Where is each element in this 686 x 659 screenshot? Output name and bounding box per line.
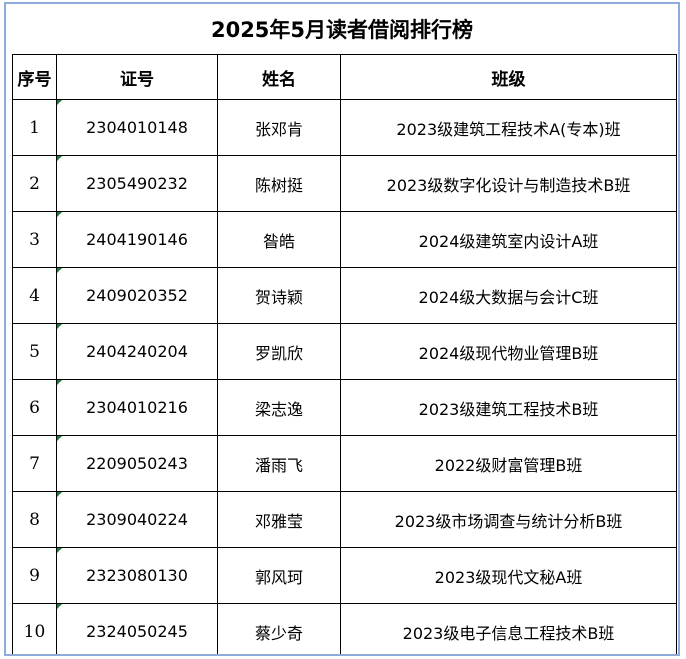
table-row: 3 2404190146 昝皓 2024级建筑室内设计A班 (12, 211, 677, 268)
class-cell: 2024级现代物业管理B班 (340, 323, 677, 380)
cell-marker-icon (57, 436, 62, 441)
rank-cell: 3 (12, 211, 57, 268)
rank-cell: 2 (12, 155, 57, 212)
id-cell: 2409020352 (56, 267, 218, 324)
rank-cell: 5 (12, 323, 57, 380)
name-cell: 郭风珂 (217, 547, 341, 604)
id-value: 2304010216 (86, 398, 188, 417)
id-value: 2409020352 (86, 286, 188, 305)
name-cell: 昝皓 (217, 211, 341, 268)
column-header-name: 姓名 (217, 54, 341, 100)
table-row: 8 2309040224 邓雅莹 2023级市场调查与统计分析B班 (12, 491, 677, 548)
id-cell: 2304010216 (56, 379, 218, 436)
table-row: 2 2305490232 陈树挺 2023级数字化设计与制造技术B班 (12, 155, 677, 212)
cell-marker-icon (57, 380, 62, 385)
class-cell: 2022级财富管理B班 (340, 435, 677, 492)
id-value: 2404190146 (86, 230, 188, 249)
table-row: 5 2404240204 罗凯欣 2024级现代物业管理B班 (12, 323, 677, 380)
page-title: 2025年5月读者借阅排行榜 (210, 18, 474, 42)
rank-cell: 6 (12, 379, 57, 436)
cell-marker-icon (57, 548, 62, 553)
cell-marker-icon (57, 212, 62, 217)
table-row: 9 2323080130 郭风珂 2023级现代文秘A班 (12, 547, 677, 604)
id-cell: 2209050243 (56, 435, 218, 492)
column-header-class: 班级 (340, 54, 677, 100)
id-cell: 2404190146 (56, 211, 218, 268)
class-cell: 2024级大数据与会计C班 (340, 267, 677, 324)
table-row: 1 2304010148 张邓肯 2023级建筑工程技术A(专本)班 (12, 99, 677, 156)
id-value: 2305490232 (86, 174, 188, 193)
class-cell: 2023级数字化设计与制造技术B班 (340, 155, 677, 212)
id-cell: 2305490232 (56, 155, 218, 212)
class-cell: 2023级市场调查与统计分析B班 (340, 491, 677, 548)
cell-marker-icon (57, 324, 62, 329)
column-header-id: 证号 (56, 54, 218, 100)
name-cell: 蔡少奇 (217, 603, 341, 654)
rank-cell: 9 (12, 547, 57, 604)
table-row: 6 2304010216 梁志逸 2023级建筑工程技术B班 (12, 379, 677, 436)
cell-marker-icon (57, 268, 62, 273)
column-header-rank: 序号 (12, 54, 57, 100)
table-row: 10 2324050245 蔡少奇 2023级电子信息工程技术B班 (12, 603, 677, 654)
cell-marker-icon (57, 604, 62, 609)
name-cell: 张邓肯 (217, 99, 341, 156)
id-cell: 2309040224 (56, 491, 218, 548)
id-cell: 2404240204 (56, 323, 218, 380)
cell-marker-icon (57, 100, 62, 105)
name-cell: 潘雨飞 (217, 435, 341, 492)
table-row: 7 2209050243 潘雨飞 2022级财富管理B班 (12, 435, 677, 492)
rank-cell: 8 (12, 491, 57, 548)
name-cell: 贺诗颖 (217, 267, 341, 324)
ranking-sheet: 2025年5月读者借阅排行榜 序号 证号 姓名 班级 1 2304010148 … (4, 2, 680, 656)
rank-cell: 1 (12, 99, 57, 156)
name-cell: 陈树挺 (217, 155, 341, 212)
class-cell: 2023级建筑工程技术B班 (340, 379, 677, 436)
id-cell: 2324050245 (56, 603, 218, 654)
table-row: 4 2409020352 贺诗颖 2024级大数据与会计C班 (12, 267, 677, 324)
name-cell: 罗凯欣 (217, 323, 341, 380)
id-value: 2304010148 (86, 118, 188, 137)
ranking-table: 序号 证号 姓名 班级 1 2304010148 张邓肯 2023级建筑工程技术… (12, 54, 677, 654)
rank-cell: 4 (12, 267, 57, 324)
id-cell: 2323080130 (56, 547, 218, 604)
class-cell: 2023级建筑工程技术A(专本)班 (340, 99, 677, 156)
name-cell: 梁志逸 (217, 379, 341, 436)
cell-marker-icon (57, 156, 62, 161)
class-cell: 2023级电子信息工程技术B班 (340, 603, 677, 654)
class-cell: 2023级现代文秘A班 (340, 547, 677, 604)
id-value: 2324050245 (86, 622, 188, 641)
id-value: 2404240204 (86, 342, 188, 361)
id-value: 2209050243 (86, 454, 188, 473)
class-cell: 2024级建筑室内设计A班 (340, 211, 677, 268)
rank-cell: 10 (12, 603, 57, 654)
cell-marker-icon (57, 492, 62, 497)
id-value: 2323080130 (86, 566, 188, 585)
name-cell: 邓雅莹 (217, 491, 341, 548)
id-cell: 2304010148 (56, 99, 218, 156)
table-header-row: 序号 证号 姓名 班级 (12, 54, 677, 100)
rank-cell: 7 (12, 435, 57, 492)
id-value: 2309040224 (86, 510, 188, 529)
